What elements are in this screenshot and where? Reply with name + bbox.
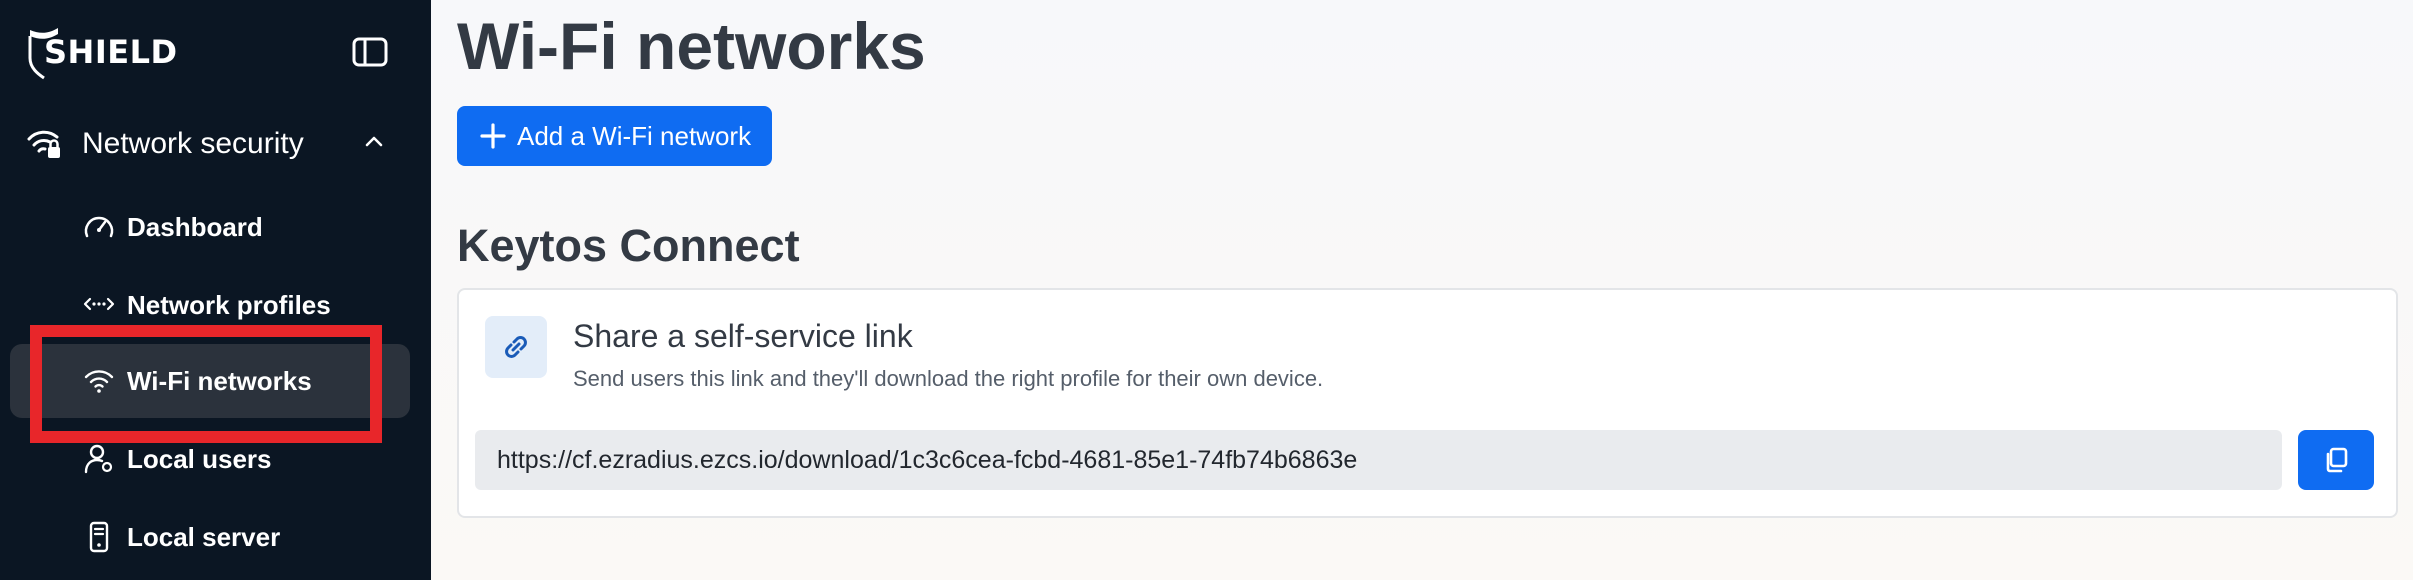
sidebar-item-label: Network profiles [127,289,331,320]
sidebar-item-local-server[interactable]: Local server [10,500,410,574]
link-icon-badge [485,316,547,378]
link-icon [505,336,527,358]
sidebar-toggle-button[interactable] [352,36,388,68]
sidebar-item-label: Local users [127,443,272,474]
wifi-lock-icon [27,130,60,158]
copy-icon [2326,447,2348,473]
sidebar-item-wifi-networks[interactable]: Wi-Fi networks [10,344,410,418]
gauge-icon [84,216,114,238]
sidebar-item-label: Local server [127,521,281,552]
sidebar-item-label: Dashboard [127,211,263,242]
self-service-link-card: Share a self-service link Send users thi… [457,288,2398,518]
keytos-connect-heading: Keytos Connect [457,220,800,271]
server-icon [89,521,109,553]
sidebar-panel-icon [352,37,388,67]
chevron-up-icon [365,136,383,147]
card-title: Share a self-service link [573,318,913,354]
brand-logo: SHIELD [26,24,178,80]
user-icon [84,444,113,474]
self-service-link-input[interactable] [475,430,2282,490]
plus-icon [480,123,506,149]
card-description: Send users this link and they'll downloa… [573,366,1324,391]
sidebar: SHIELD Network security Dashboard Networ… [0,0,431,580]
wifi-icon [84,370,114,393]
sidebar-item-local-users[interactable]: Local users [10,422,410,496]
copy-link-button[interactable] [2298,430,2374,490]
add-wifi-network-button[interactable]: Add a Wi-Fi network [457,106,772,166]
sidebar-item-network-profiles[interactable]: Network profiles [10,268,410,342]
main-content: Wi-Fi networks Add a Wi-Fi network Keyto… [431,0,2413,580]
sidebar-section-label: Network security [82,127,304,160]
brand-name: SHIELD [44,33,178,71]
sidebar-item-dashboard[interactable]: Dashboard [10,190,410,264]
sidebar-section-network-security[interactable]: Network security [26,118,396,170]
network-profiles-icon [83,297,115,311]
page-title: Wi-Fi networks [457,9,926,83]
add-wifi-network-label: Add a Wi-Fi network [517,120,752,151]
sidebar-item-label: Wi-Fi networks [127,365,312,396]
